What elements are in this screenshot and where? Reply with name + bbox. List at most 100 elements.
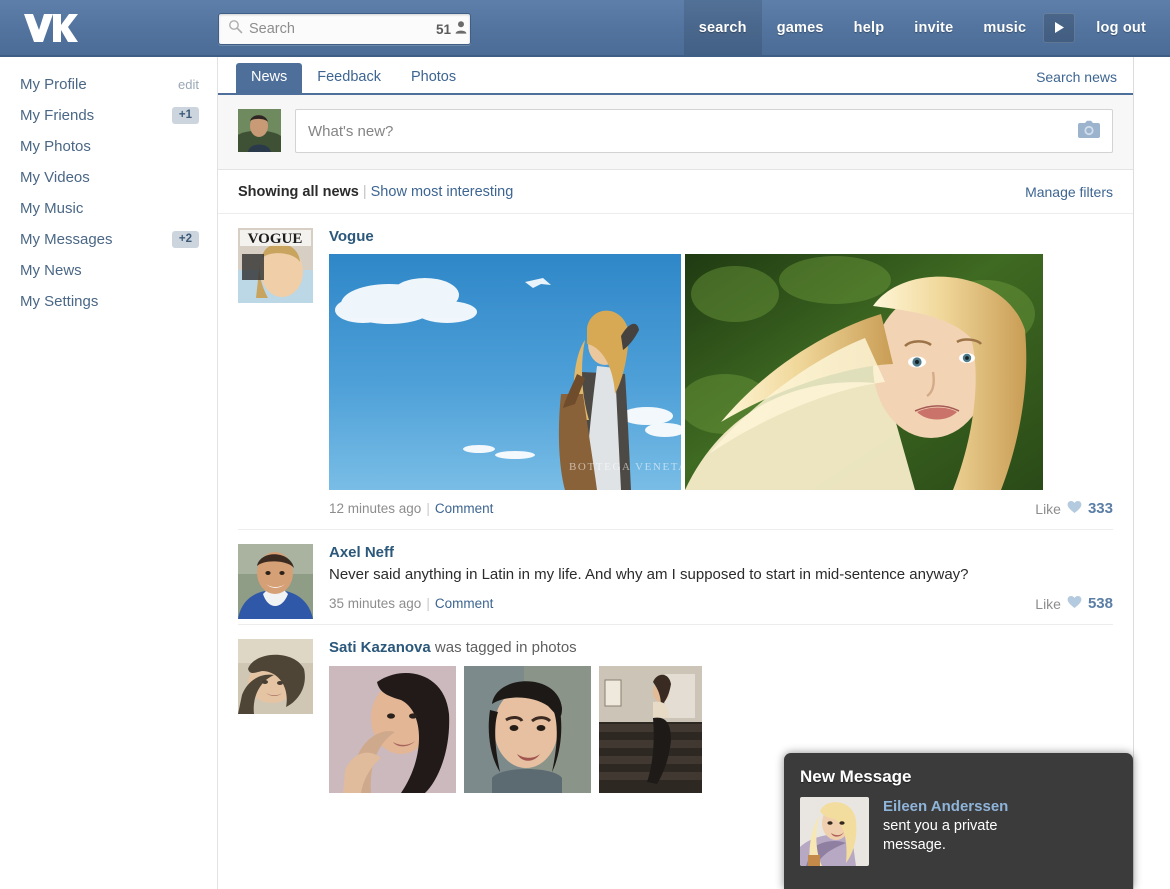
status-composer <box>218 95 1133 170</box>
search-online-count: 51 <box>436 21 467 37</box>
post-thumbnail[interactable] <box>464 666 591 793</box>
comment-link[interactable]: Comment <box>435 501 494 516</box>
tab-feedback[interactable]: Feedback <box>302 63 396 93</box>
post-thumbnail[interactable] <box>329 666 456 793</box>
post-body: Vogue <box>329 228 1113 529</box>
sidebar-item-my-settings[interactable]: My Settings <box>0 286 217 317</box>
like-label[interactable]: Like <box>1035 596 1061 612</box>
notification-title: New Message <box>800 767 1117 787</box>
post-photo[interactable]: BOTTEGA VENETA <box>329 254 681 490</box>
nav-item-invite[interactable]: invite <box>899 0 968 55</box>
feed-post: VOGUE Vogue <box>238 214 1113 529</box>
notification-row: Eileen Anderssen sent you a private mess… <box>800 797 1117 866</box>
comment-link[interactable]: Comment <box>435 596 494 611</box>
sidebar-item-my-videos[interactable]: My Videos <box>0 162 217 193</box>
show-most-interesting-link[interactable]: Show most interesting <box>371 184 514 200</box>
sidebar-item-my-music[interactable]: My Music <box>0 193 217 224</box>
status-input-wrap[interactable] <box>295 109 1113 153</box>
svg-text:VOGUE: VOGUE <box>248 231 303 247</box>
notification-message: sent you a private message. <box>883 817 1053 855</box>
search-box[interactable]: 51 <box>218 13 471 45</box>
logout-button[interactable]: log out <box>1081 0 1170 55</box>
avatar[interactable] <box>238 109 281 152</box>
vk-logo[interactable] <box>22 11 117 45</box>
post-timestamp: 35 minutes ago <box>329 596 421 611</box>
sidebar-item-label: My Settings <box>20 293 98 310</box>
post-avatar[interactable] <box>238 639 313 714</box>
global-search[interactable]: 51 <box>218 13 471 45</box>
tab-news[interactable]: News <box>236 63 302 93</box>
sidebar-item-my-news[interactable]: My News <box>0 255 217 286</box>
post-text: Never said anything in Latin in my life.… <box>329 565 1113 585</box>
like-label[interactable]: Like <box>1035 501 1061 517</box>
post-photos: BOTTEGA VENETA <box>329 254 1113 490</box>
news-feed: VOGUE Vogue <box>218 214 1133 805</box>
sidebar-item-label: My Messages <box>20 231 113 248</box>
tab-photos[interactable]: Photos <box>396 63 471 93</box>
showing-all-news-label: Showing all news <box>238 184 359 200</box>
heart-icon[interactable] <box>1067 500 1082 517</box>
sidebar-item-label: My Profile <box>20 76 87 93</box>
post-action-text: was tagged in photos <box>435 639 577 656</box>
person-icon <box>455 21 467 37</box>
sidebar-badge-friends: +1 <box>172 107 199 124</box>
nav-item-help[interactable]: help <box>839 0 900 55</box>
nav-item-search[interactable]: search <box>684 0 762 55</box>
sidebar-item-label: My Photos <box>20 138 91 155</box>
search-news-link[interactable]: Search news <box>1036 69 1117 85</box>
like-count: 333 <box>1088 500 1113 517</box>
play-icon[interactable] <box>1043 13 1075 43</box>
tab-bar: News Feedback Photos Search news <box>218 57 1133 95</box>
notification-avatar[interactable] <box>800 797 869 866</box>
photo-watermark: BOTTEGA VENETA <box>569 461 681 473</box>
sidebar-item-my-messages[interactable]: My Messages +2 <box>0 224 217 255</box>
like-control[interactable]: Like 333 <box>1035 500 1113 517</box>
top-navigation: search games help invite music log out <box>684 0 1170 55</box>
camera-icon[interactable] <box>1078 120 1100 143</box>
post-author[interactable]: Axel Neff <box>329 544 1113 561</box>
like-control[interactable]: Like 538 <box>1035 595 1113 612</box>
post-meta: 12 minutes ago | Comment Like 333 <box>329 500 1113 517</box>
search-icon <box>228 19 243 39</box>
post-author-name[interactable]: Sati Kazanova <box>329 639 431 656</box>
like-count: 538 <box>1088 595 1113 612</box>
heart-icon[interactable] <box>1067 595 1082 612</box>
sidebar-item-label: My Music <box>20 200 83 217</box>
post-avatar[interactable] <box>238 544 313 619</box>
notification-sender[interactable]: Eileen Anderssen <box>883 797 1053 816</box>
nav-item-music[interactable]: music <box>968 0 1041 55</box>
sidebar-item-label: My News <box>20 262 82 279</box>
status-input[interactable] <box>308 123 1078 140</box>
post-meta: 35 minutes ago | Comment Like 538 <box>329 595 1113 612</box>
post-timestamp: 12 minutes ago <box>329 501 421 516</box>
meta-separator: | <box>426 501 430 516</box>
sidebar-item-my-profile[interactable]: My Profile edit <box>0 69 217 100</box>
right-gutter <box>1152 57 1170 889</box>
nav-item-games[interactable]: games <box>762 0 839 55</box>
filter-separator: | <box>363 184 367 200</box>
main-content: News Feedback Photos Search news <box>217 57 1134 889</box>
post-author[interactable]: Vogue <box>329 228 1113 245</box>
sidebar-edit-link[interactable]: edit <box>178 77 199 92</box>
new-message-notification[interactable]: New Message <box>784 753 1133 889</box>
manage-filters-link[interactable]: Manage filters <box>1025 184 1113 200</box>
post-photo[interactable] <box>685 254 1043 490</box>
post-meta-left: 35 minutes ago | Comment <box>329 596 493 611</box>
notification-text: Eileen Anderssen sent you a private mess… <box>883 797 1053 866</box>
sidebar-item-label: My Friends <box>20 107 94 124</box>
post-body: Axel Neff Never said anything in Latin i… <box>329 544 1113 624</box>
post-thumbnail[interactable] <box>599 666 702 793</box>
feed-post: Axel Neff Never said anything in Latin i… <box>238 529 1113 624</box>
feed-filter-bar: Showing all news|Show most interesting M… <box>218 170 1133 214</box>
search-input[interactable] <box>249 14 436 44</box>
post-meta-left: 12 minutes ago | Comment <box>329 501 493 516</box>
sidebar: My Profile edit My Friends +1 My Photos … <box>0 57 217 889</box>
feed-filter-left: Showing all news|Show most interesting <box>238 184 513 200</box>
post-avatar[interactable]: VOGUE <box>238 228 313 303</box>
top-header: 51 search games help invite music log ou… <box>0 0 1170 57</box>
sidebar-item-my-photos[interactable]: My Photos <box>0 131 217 162</box>
meta-separator: | <box>426 596 430 611</box>
sidebar-badge-messages: +2 <box>172 231 199 248</box>
sidebar-item-my-friends[interactable]: My Friends +1 <box>0 100 217 131</box>
post-author: Sati Kazanova was tagged in photos <box>329 639 1113 656</box>
